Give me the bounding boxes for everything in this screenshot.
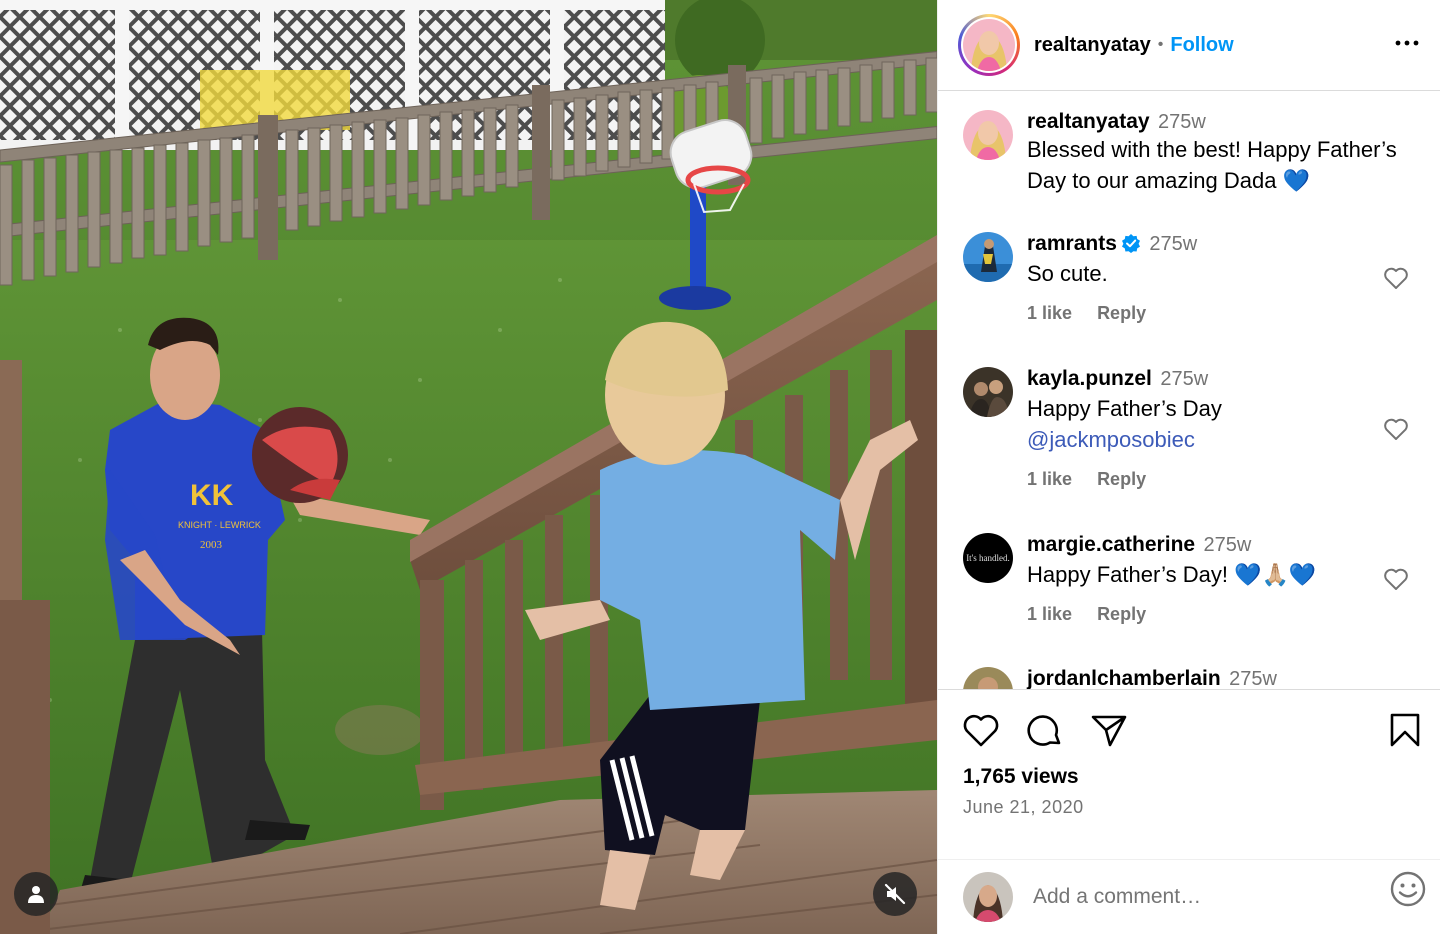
caption-item: realtanyatay 275w Blessed with the best!…	[963, 110, 1421, 196]
add-comment-bar	[938, 859, 1440, 934]
comment-likes[interactable]: 1 like	[1027, 303, 1072, 323]
user-tag-icon	[28, 886, 44, 903]
heart-icon	[1384, 418, 1408, 440]
comment-likes[interactable]: 1 like	[1027, 604, 1072, 624]
post-date[interactable]: June 21, 2020	[963, 797, 1084, 818]
reply-button[interactable]: Reply	[1097, 303, 1146, 323]
story-ring[interactable]	[958, 14, 1020, 76]
author-username[interactable]: realtanyatay	[1034, 34, 1151, 57]
comment-item: kayla.punzel 275w Happy Father’s Day @ja…	[963, 367, 1421, 490]
comment-likes[interactable]: 1 like	[1027, 469, 1072, 489]
comment-username[interactable]: margie.catherine	[1027, 533, 1195, 556]
video-frame: KK KNIGHT · LEWRICK 2003	[0, 0, 937, 934]
caption-avatar[interactable]	[963, 110, 1013, 160]
more-options-button[interactable]	[1394, 30, 1420, 61]
mute-icon	[884, 883, 906, 905]
comment-item: jordanlchamberlain 275w	[963, 667, 1421, 689]
shirt-logo: KK	[190, 479, 234, 512]
caption-text: Blessed with the best! Happy Father’s Da…	[1027, 137, 1397, 193]
share-icon	[1091, 715, 1127, 747]
comment-timestamp[interactable]: 275w	[1229, 668, 1277, 689]
comment-text: Happy Father’s Day! 💙🙏🏼💙	[1027, 562, 1317, 587]
emoji-icon	[1390, 871, 1426, 907]
commenter-avatar[interactable]: It's handled.	[963, 533, 1013, 583]
comment-username[interactable]: kayla.punzel	[1027, 367, 1152, 390]
header-separator: •	[1157, 36, 1164, 53]
comment-item: It's handled. margie.catherine 275w Happ…	[963, 533, 1421, 625]
like-comment-button[interactable]	[1383, 417, 1409, 446]
verified-icon	[1121, 234, 1140, 253]
share-button[interactable]	[1090, 712, 1128, 755]
more-icon	[1395, 40, 1419, 46]
post-actions: 1,765 views June 21, 2020	[938, 689, 1440, 859]
commenter-avatar[interactable]	[963, 232, 1013, 282]
commenter-avatar[interactable]	[963, 667, 1013, 689]
save-icon	[1390, 713, 1420, 747]
svg-text:KNIGHT · LEWRICK: KNIGHT · LEWRICK	[178, 520, 261, 530]
like-button[interactable]	[962, 712, 1000, 755]
comment-username[interactable]: jordanlchamberlain	[1027, 667, 1221, 689]
comment-timestamp[interactable]: 275w	[1160, 368, 1208, 390]
save-button[interactable]	[1389, 712, 1421, 753]
reply-button[interactable]: Reply	[1097, 604, 1146, 624]
reply-button[interactable]: Reply	[1097, 469, 1146, 489]
comment-icon	[1027, 715, 1061, 746]
svg-text:2003: 2003	[200, 539, 223, 551]
heart-icon	[1384, 267, 1408, 289]
comment-mention[interactable]: @jackmposobiec	[1027, 424, 1421, 455]
comment-item: ramrants 275w So cute. 1 like Reply	[963, 232, 1421, 324]
views-count[interactable]: 1,765 views	[963, 765, 1079, 789]
comment-text: Happy Father’s Day	[1027, 396, 1222, 421]
tagged-users-button[interactable]	[14, 872, 58, 916]
author-avatar[interactable]	[963, 19, 1015, 71]
commenter-avatar[interactable]	[963, 367, 1013, 417]
comments-list[interactable]: realtanyatay 275w Blessed with the best!…	[938, 92, 1440, 689]
comment-timestamp[interactable]: 275w	[1204, 534, 1252, 556]
comment-button[interactable]	[1026, 712, 1064, 755]
mute-button[interactable]	[873, 872, 917, 916]
comment-text: So cute.	[1027, 261, 1108, 286]
comment-input[interactable]	[1033, 885, 1440, 909]
viewer-avatar	[963, 872, 1013, 922]
comment-timestamp[interactable]: 275w	[1149, 233, 1197, 255]
like-comment-button[interactable]	[1383, 266, 1409, 295]
heart-icon	[1384, 568, 1408, 590]
follow-button[interactable]: Follow	[1170, 34, 1233, 57]
heart-icon	[963, 714, 999, 747]
post-side-panel: realtanyatay • Follow realtanyatay 275w	[937, 0, 1440, 934]
post-media[interactable]: KK KNIGHT · LEWRICK 2003	[0, 0, 937, 934]
emoji-button[interactable]	[1389, 870, 1427, 913]
post-header: realtanyatay • Follow	[938, 0, 1440, 91]
comment-username[interactable]: ramrants	[1027, 232, 1117, 255]
like-comment-button[interactable]	[1383, 567, 1409, 596]
caption-username[interactable]: realtanyatay	[1027, 110, 1150, 133]
caption-timestamp[interactable]: 275w	[1158, 111, 1206, 133]
